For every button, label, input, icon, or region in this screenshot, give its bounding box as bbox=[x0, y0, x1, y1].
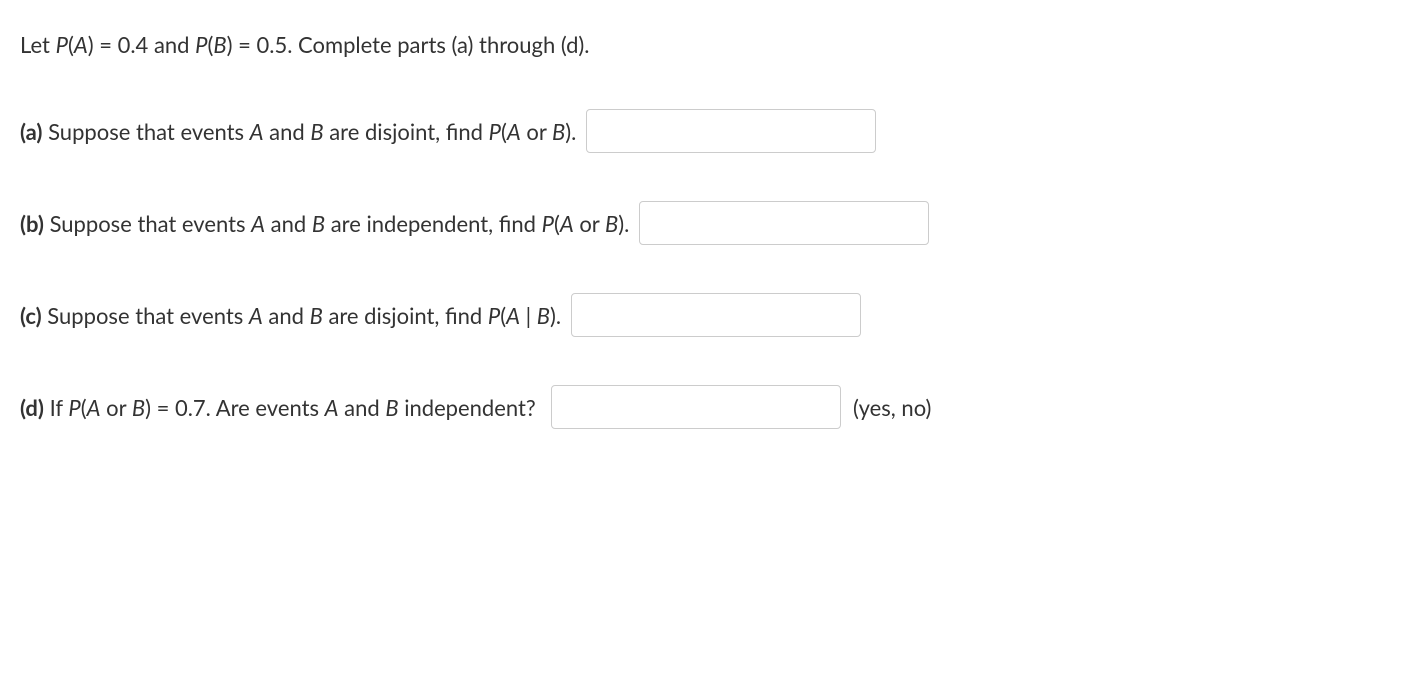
part-c: (c) Suppose that events A and B are disj… bbox=[20, 293, 1400, 337]
part-a-label: (a) bbox=[20, 115, 42, 148]
part-b-t1: Suppose that events bbox=[44, 207, 251, 240]
intro-text: Let P ( A ) = 0.4 and P ( B ) = 0.5. Com… bbox=[20, 28, 1400, 61]
part-d-or: or bbox=[101, 391, 132, 424]
part-a-t3: are disjoint, find bbox=[324, 115, 489, 148]
part-a-P: P bbox=[489, 115, 501, 148]
part-d-t3: independent? bbox=[399, 391, 542, 424]
part-b-pc: ). bbox=[618, 207, 629, 240]
part-c-AA: A bbox=[506, 299, 520, 332]
part-d-eq: = 0.7. Are events bbox=[151, 391, 325, 424]
part-c-t2: and bbox=[263, 299, 310, 332]
intro-b: B bbox=[213, 28, 226, 61]
part-b-AA: A bbox=[560, 207, 574, 240]
part-b-B: B bbox=[312, 207, 325, 240]
part-d: (d) If P ( A or B ) = 0.7. Are events A … bbox=[20, 385, 1400, 429]
part-a-BB: B bbox=[552, 115, 565, 148]
part-c-t1: Suppose that events bbox=[42, 299, 249, 332]
intro-eq1: = 0.4 and bbox=[94, 28, 196, 61]
intro-pa: P bbox=[56, 28, 68, 61]
part-c-t3: are disjoint, find bbox=[323, 299, 488, 332]
intro-t1: Let bbox=[20, 28, 56, 61]
part-c-B: B bbox=[310, 299, 323, 332]
part-c-bar: | bbox=[520, 299, 537, 332]
part-b-t2: and bbox=[265, 207, 312, 240]
part-b-A: A bbox=[251, 207, 265, 240]
part-c-label: (c) bbox=[20, 299, 42, 332]
part-a-pc: ). bbox=[565, 115, 576, 148]
part-b-input[interactable] bbox=[639, 201, 929, 245]
part-d-hint: (yes, no) bbox=[847, 391, 931, 424]
part-d-input[interactable] bbox=[551, 385, 841, 429]
part-d-t1: If bbox=[44, 391, 68, 424]
part-a-AA: A bbox=[507, 115, 521, 148]
part-b: (b) Suppose that events A and B are inde… bbox=[20, 201, 1400, 245]
part-c-A: A bbox=[249, 299, 263, 332]
part-a-A: A bbox=[250, 115, 264, 148]
part-a-t2: and bbox=[264, 115, 311, 148]
part-d-A2: A bbox=[325, 391, 339, 424]
part-b-label: (b) bbox=[20, 207, 44, 240]
part-a: (a) Suppose that events A and B are disj… bbox=[20, 109, 1400, 153]
part-c-pc: ). bbox=[550, 299, 561, 332]
intro-pb: P bbox=[195, 28, 207, 61]
part-b-or: or bbox=[574, 207, 605, 240]
part-a-B: B bbox=[310, 115, 323, 148]
part-a-input[interactable] bbox=[586, 109, 876, 153]
part-b-BB: B bbox=[605, 207, 618, 240]
part-a-or: or bbox=[521, 115, 552, 148]
part-c-input[interactable] bbox=[571, 293, 861, 337]
part-d-t2: and bbox=[339, 391, 386, 424]
part-d-B2: B bbox=[385, 391, 398, 424]
part-c-BB: B bbox=[537, 299, 550, 332]
part-b-P: P bbox=[542, 207, 554, 240]
part-d-label: (d) bbox=[20, 391, 44, 424]
intro-a: A bbox=[74, 28, 88, 61]
part-d-P: P bbox=[68, 391, 80, 424]
part-d-BB: B bbox=[132, 391, 145, 424]
part-d-AA: A bbox=[87, 391, 101, 424]
part-b-t3: are independent, find bbox=[325, 207, 541, 240]
part-a-t1: Suppose that events bbox=[42, 115, 249, 148]
part-c-P: P bbox=[488, 299, 500, 332]
intro-eq2: = 0.5. Complete parts (a) through (d). bbox=[232, 28, 589, 61]
